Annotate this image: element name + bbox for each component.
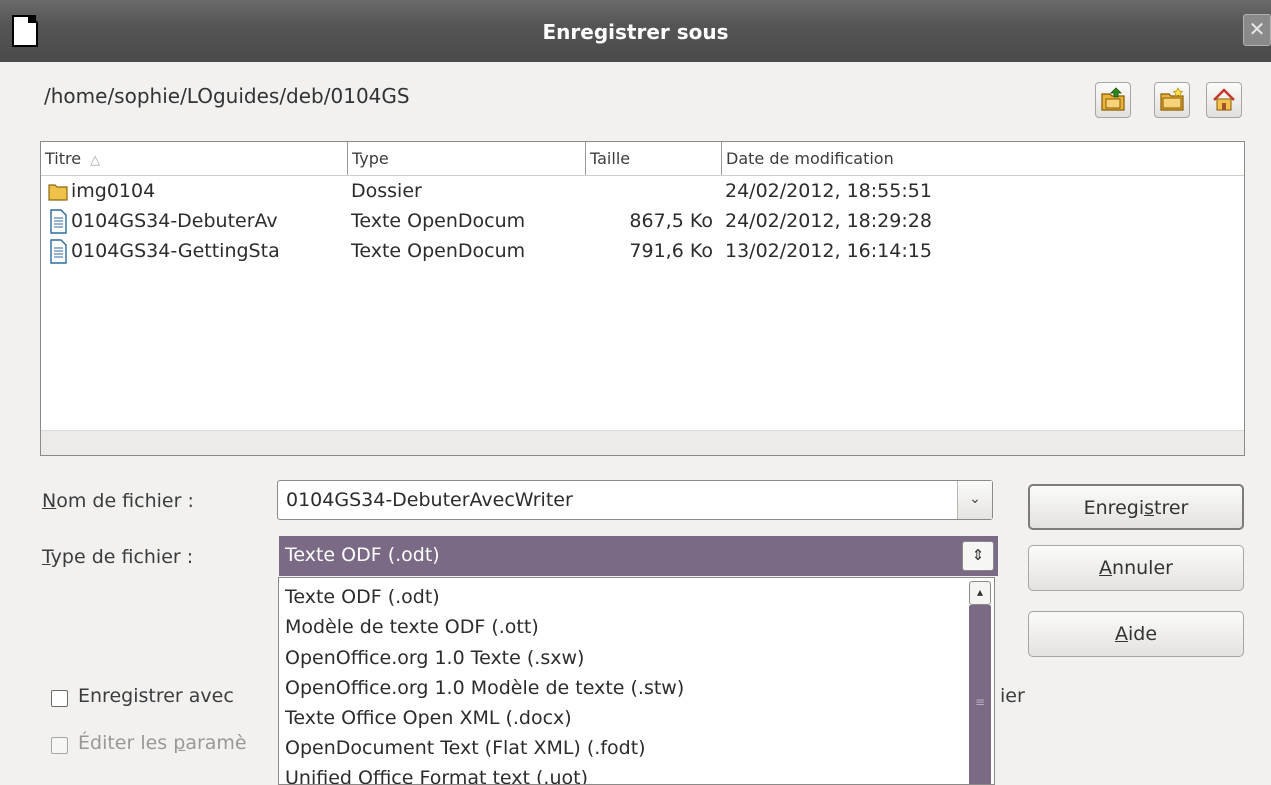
- filename-combobox[interactable]: 0104GS34-DebuterAvecWriter ⌄: [277, 480, 993, 520]
- file-title: img0104: [71, 180, 156, 202]
- horizontal-scrollbar[interactable]: [41, 430, 1244, 455]
- file-title: 0104GS34-DebuterAv: [71, 210, 278, 232]
- scrollbar-thumb[interactable]: ≡: [969, 605, 991, 784]
- filename-label: Nom de fichier :: [42, 490, 194, 512]
- list-item[interactable]: Texte ODF (.odt): [285, 586, 440, 608]
- file-list-header: Titre △ Type Taille Date de modification: [41, 142, 1244, 176]
- file-title: 0104GS34-GettingSta: [71, 240, 280, 262]
- list-item[interactable]: OpenOffice.org 1.0 Texte (.sxw): [285, 647, 584, 669]
- file-date: 13/02/2012, 16:14:15: [725, 240, 932, 262]
- file-type: Dossier: [351, 180, 422, 202]
- home-icon: [1213, 88, 1235, 111]
- document-icon: [47, 236, 71, 266]
- filename-input[interactable]: 0104GS34-DebuterAvecWriter: [286, 489, 573, 511]
- edit-filter-option-label: Éditer les paramè: [78, 732, 247, 754]
- filename-label-text: om de fichier :: [56, 490, 194, 512]
- filetype-selected: Texte ODF (.odt): [285, 544, 440, 566]
- list-item[interactable]: Texte Office Open XML (.docx): [285, 707, 572, 729]
- folder-up-button[interactable]: [1095, 82, 1131, 118]
- title-bar: Enregistrer sous ✕: [0, 0, 1271, 62]
- up-down-arrows-icon[interactable]: ⇕: [962, 541, 994, 571]
- home-button[interactable]: [1206, 82, 1242, 118]
- file-size: [589, 176, 713, 206]
- dropdown-scrollbar[interactable]: ▴ ≡: [969, 581, 991, 784]
- grip-icon: ≡: [975, 695, 986, 709]
- file-type: Texte OpenDocum: [351, 210, 526, 232]
- list-item[interactable]: OpenOffice.org 1.0 Modèle de texte (.stw…: [285, 677, 684, 699]
- table-row[interactable]: img0104 Dossier 24/02/2012, 18:55:51: [41, 176, 1244, 206]
- list-item[interactable]: OpenDocument Text (Flat XML) (.fodt): [285, 737, 646, 759]
- list-item[interactable]: Unified Office Format text (.uot): [285, 767, 588, 784]
- password-option-label-end: ier: [1000, 685, 1025, 707]
- file-size: 791,6 Ko: [629, 240, 713, 262]
- edit-filter-checkbox: [51, 737, 68, 754]
- new-folder-button[interactable]: [1154, 82, 1190, 118]
- sort-ascending-icon: △: [90, 153, 101, 168]
- chevron-down-icon[interactable]: ⌄: [957, 481, 992, 519]
- password-checkbox[interactable]: [51, 690, 68, 707]
- filename-label-mnemonic: N: [42, 490, 57, 512]
- file-type: Texte OpenDocum: [351, 240, 526, 262]
- chevron-up-icon[interactable]: ▴: [969, 581, 991, 605]
- filetype-label-text: ype de fichier :: [50, 546, 194, 568]
- new-folder-icon: [1160, 87, 1184, 111]
- table-row[interactable]: 0104GS34-DebuterAv Texte OpenDocum 867,5…: [41, 206, 1244, 236]
- file-size: 867,5 Ko: [629, 210, 713, 232]
- current-path: /home/sophie/LOguides/deb/0104GS: [44, 84, 410, 108]
- column-title[interactable]: Titre △: [41, 142, 347, 175]
- column-date[interactable]: Date de modification: [721, 142, 1244, 175]
- filetype-label-mnemonic: T: [42, 546, 51, 568]
- filetype-dropdown-list[interactable]: Texte ODF (.odt) Modèle de texte ODF (.o…: [278, 577, 995, 785]
- folder-icon: [47, 176, 71, 206]
- column-type[interactable]: Type: [347, 142, 585, 175]
- filetype-select[interactable]: Texte ODF (.odt) ⇕: [279, 536, 998, 576]
- file-list[interactable]: Titre △ Type Taille Date de modification…: [40, 141, 1245, 456]
- help-button[interactable]: Aide: [1028, 611, 1244, 657]
- save-button[interactable]: Enregistrer: [1028, 484, 1244, 530]
- table-row[interactable]: 0104GS34-GettingSta Texte OpenDocum 791,…: [41, 236, 1244, 266]
- list-item[interactable]: Modèle de texte ODF (.ott): [285, 616, 539, 638]
- folder-up-icon: [1101, 87, 1125, 111]
- file-date: 24/02/2012, 18:29:28: [725, 210, 932, 232]
- cancel-button[interactable]: Annuler: [1028, 545, 1244, 591]
- column-title-label: Titre: [45, 149, 82, 168]
- column-size[interactable]: Taille: [585, 142, 721, 175]
- window-title: Enregistrer sous: [542, 20, 729, 44]
- document-icon: [47, 206, 71, 236]
- close-button[interactable]: ✕: [1243, 14, 1271, 46]
- file-date: 24/02/2012, 18:55:51: [725, 180, 932, 202]
- filetype-label: Type de fichier :: [42, 546, 193, 568]
- password-option-label: Enregistrer avec: [78, 685, 234, 707]
